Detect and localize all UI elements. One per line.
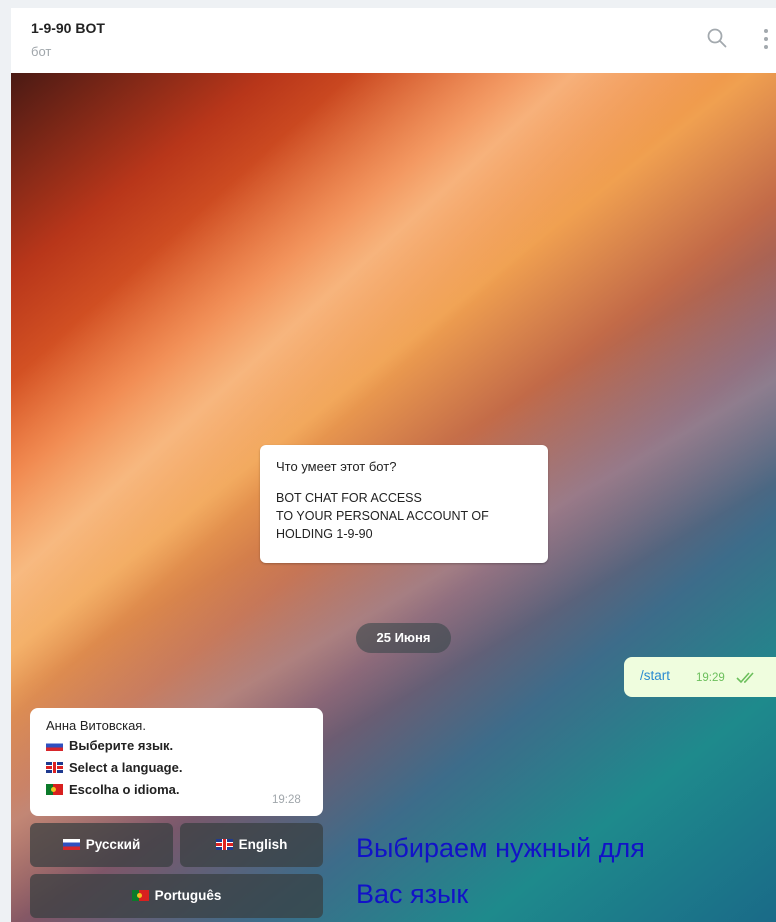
message-line-text: Escolha o idioma.: [69, 782, 180, 797]
message-line-en: Select a language.: [46, 760, 182, 775]
annotation-line: Вас язык: [356, 879, 469, 909]
incoming-message: Анна Витовская. Выберите язык. Select a …: [30, 708, 323, 816]
message-line-text: Выберите язык.: [69, 738, 174, 753]
search-icon[interactable]: [705, 26, 729, 50]
more-vertical-icon[interactable]: [759, 24, 773, 54]
bot-info-line: HOLDING 1-9-90: [276, 527, 373, 541]
bot-info-line: BOT CHAT FOR ACCESS: [276, 491, 422, 505]
date-divider: 25 Июня: [356, 623, 451, 653]
message-line-text: Select a language.: [69, 760, 183, 775]
button-label: English: [238, 837, 288, 852]
chat-area[interactable]: Что умеет этот бот? BOT CHAT FOR ACCESS …: [11, 73, 776, 922]
chat-title[interactable]: 1-9-90 BOT: [31, 20, 105, 36]
portugal-flag-icon: [131, 890, 149, 901]
portugal-flag-icon: [46, 784, 63, 795]
russian-language-button[interactable]: Русский: [30, 823, 173, 867]
telegram-window: 1-9-90 BOT бот Что умеет этот бот? BOT C…: [11, 8, 776, 922]
start-command-link[interactable]: /start: [640, 668, 670, 683]
bot-info-line: TO YOUR PERSONAL ACCOUNT OF: [276, 509, 489, 523]
bot-info-question: Что умеет этот бот?: [276, 459, 397, 474]
outgoing-message: /start 19:29: [624, 657, 776, 697]
message-time: 19:29: [696, 672, 725, 684]
chat-subtitle: бот: [31, 44, 52, 59]
chat-header: 1-9-90 BOT бот: [11, 8, 776, 73]
russia-flag-icon: [62, 839, 80, 850]
button-label: Português: [154, 888, 222, 903]
annotation-line: Выбираем нужный для: [356, 833, 645, 863]
message-line-pt: Escolha o idioma.: [46, 782, 180, 797]
bot-info-card: Что умеет этот бот? BOT CHAT FOR ACCESS …: [260, 445, 548, 563]
uk-flag-icon: [215, 839, 233, 850]
button-label: Русский: [85, 837, 141, 852]
message-line-ru: Выберите язык.: [46, 738, 173, 753]
double-check-icon: [736, 671, 758, 684]
uk-flag-icon: [46, 762, 63, 773]
message-time: 19:28: [272, 794, 301, 806]
message-sender: Анна Витовская.: [46, 718, 146, 733]
instruction-annotation: Выбираем нужный для Вас язык: [356, 825, 766, 917]
portuguese-language-button[interactable]: Português: [30, 874, 323, 918]
bot-info-description: BOT CHAT FOR ACCESS TO YOUR PERSONAL ACC…: [276, 489, 489, 543]
english-language-button[interactable]: English: [180, 823, 323, 867]
russia-flag-icon: [46, 740, 63, 751]
